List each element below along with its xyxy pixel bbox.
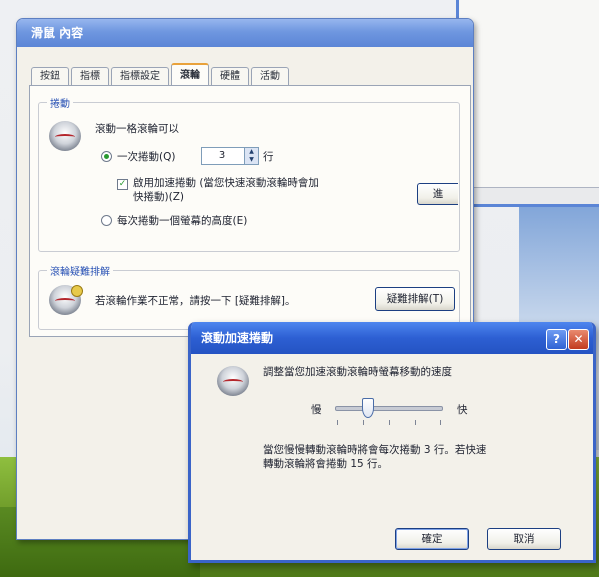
window-title: 滑鼠 內容 — [17, 19, 473, 47]
tab-buttons[interactable]: 按鈕 — [31, 67, 69, 86]
close-icon[interactable]: ✕ — [568, 329, 589, 350]
slider-tick — [440, 420, 441, 425]
accel-scroll-label-1: 啟用加速捲動 (當您快速滾動滾輪時會加 — [133, 177, 319, 189]
troubleshoot-group: 滾輪疑難排解 若滾輪作業不正常，請按一下 [疑難排解]。 疑難排解(T) — [38, 263, 460, 330]
dialog-info-line-2: 轉動滾輪將會捲動 15 行。 — [263, 458, 389, 470]
scroll-group-title: 捲動 — [47, 95, 73, 110]
dialog-title: 滾動加速捲動 — [191, 322, 593, 354]
slider-thumb[interactable] — [362, 398, 375, 418]
wheel-tab-panel: 捲動 滾動一格滾輪可以 一次捲動(Q) 3 ▲ ▼ 行 ✓ 啟用加速捲動 (當您快… — [29, 85, 471, 337]
tab-wheel[interactable]: 滾輪 — [171, 63, 209, 87]
dialog-info-line-1: 當您慢慢轉動滾輪時將會每次捲動 3 行。若快速 — [263, 444, 487, 456]
radio-scroll-screen-label: 每次捲動一個螢幕的高度(E) — [117, 215, 248, 227]
cancel-button[interactable]: 取消 — [487, 528, 561, 550]
ok-button[interactable]: 確定 — [395, 528, 469, 550]
accel-settings-button[interactable]: 進 — [417, 183, 458, 205]
radio-scroll-screen[interactable] — [101, 215, 112, 226]
tab-hardware[interactable]: 硬體 — [211, 67, 249, 86]
troubleshoot-group-title: 滾輪疑難排解 — [47, 263, 113, 278]
scroll-group: 捲動 滾動一格滾輪可以 一次捲動(Q) 3 ▲ ▼ 行 ✓ 啟用加速捲動 (當您快… — [38, 95, 460, 252]
tab-pointer-options[interactable]: 指標設定 — [111, 67, 169, 86]
help-icon[interactable]: ? — [546, 329, 567, 350]
mouse-help-icon — [49, 285, 83, 315]
tab-pointers[interactable]: 指標 — [71, 67, 109, 86]
slider-slow-label: 慢 — [311, 404, 322, 416]
accel-scroll-dialog: 滾動加速捲動 ? ✕ 調整當您加速滾動滾輪時螢幕移動的速度 慢 快 當您慢慢轉動… — [188, 322, 596, 563]
tab-strip: 按鈕 指標 指標設定 滾輪 硬體 活動 — [31, 63, 289, 87]
horizontal-scrollbar[interactable]: < — [459, 187, 599, 204]
mouse-wheel-icon — [49, 121, 81, 151]
accel-scroll-label-2: 快捲動)(Z) — [133, 191, 184, 203]
lines-spinner-value[interactable]: 3 — [202, 148, 242, 164]
slider-tick — [389, 420, 390, 425]
radio-scroll-lines[interactable] — [101, 151, 112, 162]
radio-scroll-lines-label: 一次捲動(Q) — [117, 151, 176, 163]
troubleshoot-text: 若滾輪作業不正常，請按一下 [疑難排解]。 — [95, 295, 296, 307]
slider-tick — [415, 420, 416, 425]
dialog-description: 調整當您加速滾動滾輪時螢幕移動的速度 — [263, 366, 452, 378]
spinner-arrows-icon[interactable]: ▲ ▼ — [244, 148, 258, 164]
dialog-mouse-icon — [217, 366, 249, 396]
slider-fast-label: 快 — [457, 404, 468, 416]
slider-tick — [363, 420, 364, 425]
speed-slider[interactable] — [331, 396, 447, 430]
slider-track[interactable] — [335, 406, 443, 411]
slider-tick — [337, 420, 338, 425]
lines-unit: 行 — [263, 151, 274, 163]
tab-activity[interactable]: 活動 — [251, 67, 289, 86]
scroll-description: 滾動一格滾輪可以 — [95, 123, 179, 135]
background-window: < — [456, 0, 599, 207]
troubleshoot-button[interactable]: 疑難排解(T) — [375, 287, 455, 311]
lines-spinner[interactable]: 3 ▲ ▼ — [201, 147, 259, 165]
accel-scroll-checkbox[interactable]: ✓ — [117, 179, 128, 190]
